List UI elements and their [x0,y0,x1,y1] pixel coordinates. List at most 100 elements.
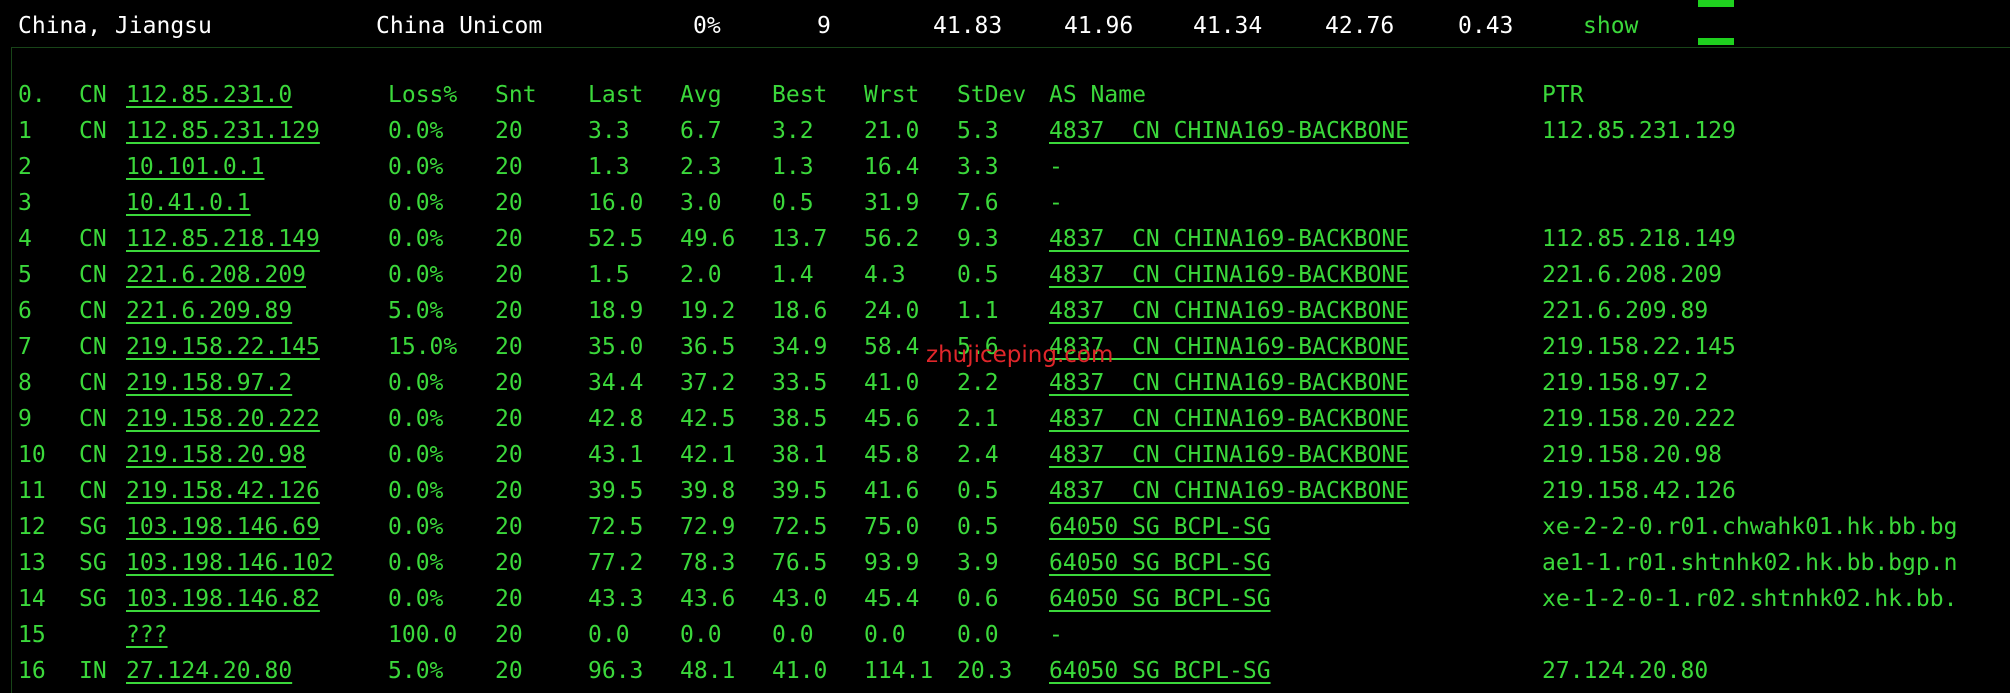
hop-ptr: xe-1-2-0-1.r02.shtnhk02.hk.bb. [1542,586,1958,612]
hop-host-link[interactable]: 221.6.208.209 [126,257,306,293]
hop-as-link[interactable]: 64050 SG BCPL-SG [1049,545,1271,581]
hop-as-link[interactable]: 4837 CN CHINA169-BACKBONE [1049,473,1409,509]
hop-country: CN [79,262,107,288]
hop-avg: 36.5 [680,334,736,360]
hop-as-link[interactable]: 4837 CN CHINA169-BACKBONE [1049,365,1409,401]
hop-stdev: 2.4 [957,442,999,468]
header-host-link[interactable]: 112.85.231.0 [126,77,292,113]
table-row: 1 CN 112.85.231.129 0.0% 20 3.3 6.7 3.2 21.0 5.3 4… [0,113,2010,149]
hop-loss: 0.0% [388,514,444,540]
hop-index: 9 [18,406,32,432]
header-cc: CN [79,82,107,108]
header-ptr: PTR [1542,82,1584,108]
hop-avg: 72.9 [680,514,736,540]
hop-ptr: 219.158.20.222 [1542,406,1736,432]
hop-host-link[interactable]: ??? [126,617,168,653]
hop-sent: 20 [495,514,523,540]
summary-worst: 42.76 [1325,13,1395,39]
hop-as-link[interactable]: 64050 SG BCPL-SG [1049,581,1271,617]
hop-host-link[interactable]: 10.41.0.1 [126,185,251,221]
hop-host-link[interactable]: 221.6.209.89 [126,293,292,329]
hop-ptr: 221.6.209.89 [1542,298,1709,324]
hop-best: 38.1 [772,442,828,468]
hop-host-link[interactable]: 219.158.20.222 [126,401,320,437]
hop-worst: 45.8 [864,442,920,468]
hop-last: 18.9 [588,298,644,324]
hop-as-link[interactable]: 64050 SG BCPL-SG [1049,653,1271,689]
hop-worst: 41.0 [864,370,920,396]
summary-avg: 41.96 [1064,13,1134,39]
hop-stdev: 0.6 [957,586,999,612]
hop-avg: 2.0 [680,262,722,288]
hop-host-link[interactable]: 103.198.146.102 [126,545,334,581]
hop-country: CN [79,334,107,360]
hop-as-link[interactable]: 4837 CN CHINA169-BACKBONE [1049,293,1409,329]
hop-as-link[interactable]: 4837 CN CHINA169-BACKBONE [1049,401,1409,437]
hop-ptr: 112.85.231.129 [1542,118,1736,144]
hop-best: 0.5 [772,190,814,216]
hop-country: CN [79,406,107,432]
hop-stdev: 3.9 [957,550,999,576]
hop-best: 38.5 [772,406,828,432]
hop-last: 96.3 [588,658,644,684]
hop-ptr: xe-2-2-0.r01.chwahk01.hk.bb.bg [1542,514,1958,540]
hop-avg: 39.8 [680,478,736,504]
hop-host-link[interactable]: 103.198.146.69 [126,509,320,545]
hop-best: 34.9 [772,334,828,360]
hop-worst: 45.6 [864,406,920,432]
hop-as-link[interactable]: 4837 CN CHINA169-BACKBONE [1049,257,1409,293]
show-toggle-link[interactable]: show [1583,8,1638,44]
hop-loss: 0.0% [388,226,444,252]
hop-loss: 5.0% [388,298,444,324]
hop-as-link[interactable]: 4837 CN CHINA169-BACKBONE [1049,221,1409,257]
hop-avg: 42.5 [680,406,736,432]
hop-host-link[interactable]: 219.158.97.2 [126,365,292,401]
hop-country: CN [79,370,107,396]
hop-best: 43.0 [772,586,828,612]
hop-worst: 56.2 [864,226,920,252]
hop-host-link[interactable]: 219.158.22.145 [126,329,320,365]
hop-sent: 20 [495,370,523,396]
summary-best: 41.34 [1193,13,1263,39]
header-best: Best [772,82,828,108]
hop-last: 0.0 [588,622,630,648]
hop-country: SG [79,514,107,540]
hop-last: 42.8 [588,406,644,432]
hop-sent: 20 [495,334,523,360]
hop-ptr: 219.158.97.2 [1542,370,1709,396]
hop-host-link[interactable]: 103.198.146.82 [126,581,320,617]
hop-stdev: 0.0 [957,622,999,648]
hop-as-link[interactable]: 4837 CN CHINA169-BACKBONE [1049,437,1409,473]
header-snt: Snt [495,82,537,108]
hop-sent: 20 [495,550,523,576]
hop-host-link[interactable]: 10.101.0.1 [126,149,264,185]
hop-last: 1.5 [588,262,630,288]
hop-last: 43.3 [588,586,644,612]
hop-last: 52.5 [588,226,644,252]
hop-as-link[interactable]: 4837 CN CHINA169-BACKBONE [1049,113,1409,149]
hop-host-link[interactable]: 112.85.231.129 [126,113,320,149]
hop-loss: 100.0 [388,622,458,648]
hop-best: 18.6 [772,298,828,324]
hop-ptr: 221.6.208.209 [1542,262,1723,288]
hop-index: 5 [18,262,32,288]
hop-host-link[interactable]: 112.85.218.149 [126,221,320,257]
hop-stdev: 7.6 [957,190,999,216]
hop-loss: 0.0% [388,550,444,576]
summary-isp: China Unicom [376,13,543,39]
summary-sent: 9 [817,13,831,39]
table-row: 9 CN 219.158.20.222 0.0% 20 42.8 42.5 38.5 45.6 2… [0,401,2010,437]
hop-stdev: 9.3 [957,226,999,252]
hop-index: 16 [18,658,46,684]
hop-as-link[interactable]: 64050 SG BCPL-SG [1049,509,1271,545]
hop-host-link[interactable]: 27.124.20.80 [126,653,292,689]
hop-sent: 20 [495,442,523,468]
hop-last: 35.0 [588,334,644,360]
hop-index: 2 [18,154,32,180]
hop-host-link[interactable]: 219.158.20.98 [126,437,306,473]
hop-avg: 6.7 [680,118,722,144]
hop-index: 10 [18,442,46,468]
hop-last: 39.5 [588,478,644,504]
hop-host-link[interactable]: 219.158.42.126 [126,473,320,509]
hop-country: SG [79,550,107,576]
